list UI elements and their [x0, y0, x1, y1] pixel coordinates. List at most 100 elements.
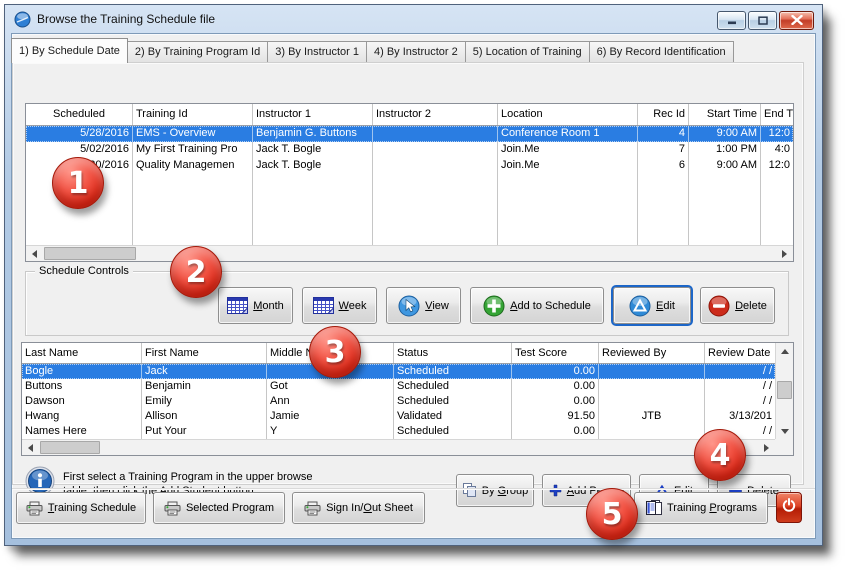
delete-circle-icon	[708, 295, 730, 317]
selected-program-button[interactable]: Selected Program	[153, 492, 285, 524]
cell: Bogle	[22, 364, 142, 379]
cell: 0.00	[512, 394, 599, 409]
cell	[599, 424, 705, 439]
programs-button-holder: Training Programs	[634, 492, 768, 524]
callout-badge-4: 4	[694, 429, 746, 481]
button-label: Training Schedule	[48, 502, 136, 514]
cell: Scheduled	[394, 379, 512, 394]
cell: Validated	[394, 409, 512, 424]
cell: Quality Managemen	[133, 158, 253, 174]
schedule-row[interactable]: 4/30/2016Quality ManagemenJack T. BogleJ…	[26, 158, 793, 174]
people-grid-vscrollbar[interactable]	[775, 343, 793, 439]
cell: 1:00 PM	[689, 142, 761, 158]
cell: EMS - Overview	[133, 126, 253, 142]
column-header-status: Status	[394, 343, 512, 363]
scrollbar-thumb[interactable]	[44, 247, 136, 260]
person-row[interactable]: HwangAllisonJamieValidated91.50JTB3/13/2…	[22, 409, 775, 424]
minimize-button[interactable]	[717, 11, 746, 30]
cell: Ann	[267, 394, 394, 409]
people-grid: Last NameFirst NameMiddle NameStatusTest…	[21, 342, 794, 456]
button-label: Delete	[735, 300, 767, 312]
cell: Allison	[142, 409, 267, 424]
schedule-row[interactable]: 5/02/2016My First Training ProJack T. Bo…	[26, 142, 793, 158]
column-header-last-name: Last Name	[22, 343, 142, 363]
cell: Names Here	[22, 424, 142, 439]
cell: 7	[638, 142, 689, 158]
cell	[689, 174, 761, 245]
cell: Join.Me	[498, 158, 638, 174]
info-line-1: First select a Training Program in the u…	[63, 470, 312, 484]
cell: / /	[705, 394, 775, 409]
power-button[interactable]	[776, 492, 802, 523]
button-label: Month	[253, 300, 284, 312]
sign-in-out-sheet-button[interactable]: Sign In/Out Sheet	[292, 492, 425, 524]
title-bar[interactable]: Browse the Training Schedule file	[5, 5, 822, 33]
schedule-grid: ScheduledTraining IdInstructor 1Instruct…	[25, 103, 794, 262]
view-icon	[398, 295, 420, 317]
person-row[interactable]: BogleJackScheduled0.00/ /	[22, 364, 775, 379]
scroll-down-arrow[interactable]	[776, 423, 793, 439]
edit-circle-icon	[629, 295, 651, 317]
schedule-row[interactable]: 5/28/2016EMS - OverviewBenjamin G. Butto…	[26, 126, 793, 142]
tab-1-by-schedule-date[interactable]: 1) By Schedule Date	[11, 38, 128, 63]
cell: Benjamin G. Buttons	[253, 126, 373, 142]
maximize-button[interactable]	[748, 11, 777, 30]
schedule-controls-buttons: Month WeekViewAdd to ScheduleEdit Delete	[218, 287, 775, 324]
add-to-schedule-button[interactable]: Add to Schedule	[470, 287, 604, 324]
week-button[interactable]: Week	[302, 287, 377, 324]
scroll-left-arrow[interactable]	[26, 246, 43, 261]
client-area: 1) By Schedule Date2) By Training Progra…	[11, 33, 816, 539]
scroll-left-arrow[interactable]	[22, 440, 39, 455]
people-grid-hscrollbar[interactable]	[22, 439, 775, 455]
by-group-button[interactable]: By Group	[456, 474, 534, 507]
close-icon	[791, 12, 803, 30]
printer-icon	[304, 501, 321, 516]
cell	[498, 174, 638, 245]
close-button[interactable]	[779, 11, 814, 30]
edit-button[interactable]: Edit	[613, 287, 691, 324]
tab-4-by-instructor-2[interactable]: 4) By Instructor 2	[366, 41, 466, 62]
tab-3-by-instructor-1[interactable]: 3) By Instructor 1	[267, 41, 367, 62]
scroll-right-arrow[interactable]	[776, 246, 793, 261]
person-row[interactable]: Names HerePut YourYScheduled0.00/ /	[22, 424, 775, 439]
callout-badge-2: 2	[170, 246, 222, 298]
view-button[interactable]: View	[386, 287, 461, 324]
cell: Buttons	[22, 379, 142, 394]
cell: 5/02/2016	[26, 142, 133, 158]
column-header-end-time: End Time	[761, 104, 793, 125]
cell: Jack T. Bogle	[253, 158, 373, 174]
column-header-reviewed-by: Reviewed By	[599, 343, 705, 363]
browse-training-schedule-window: Browse the Training Schedule file 1) By …	[4, 4, 823, 546]
cell	[253, 174, 373, 245]
month-button[interactable]: Month	[218, 287, 293, 324]
maximize-icon	[758, 12, 768, 30]
schedule-grid-header: ScheduledTraining IdInstructor 1Instruct…	[26, 104, 793, 126]
schedule-grid-hscrollbar[interactable]	[26, 245, 793, 261]
training-programs-button[interactable]: Training Programs	[634, 492, 768, 524]
people-grid-header: Last NameFirst NameMiddle NameStatusTest…	[22, 343, 775, 364]
tab-strip: 1) By Schedule Date2) By Training Progra…	[12, 38, 734, 62]
person-row[interactable]: DawsonEmilyAnnScheduled0.00/ /	[22, 394, 775, 409]
cell	[599, 379, 705, 394]
training-schedule-button[interactable]: Training Schedule	[16, 492, 146, 524]
scroll-up-arrow[interactable]	[776, 343, 793, 359]
tab-6-by-record-identification[interactable]: 6) By Record Identification	[589, 41, 734, 62]
printer-icon	[26, 501, 43, 516]
cell: My First Training Pro	[133, 142, 253, 158]
scrollbar-thumb[interactable]	[40, 441, 100, 454]
tab-5-location-of-training[interactable]: 5) Location of Training	[465, 41, 590, 62]
person-row[interactable]: ButtonsBenjaminGotScheduled0.00/ /	[22, 379, 775, 394]
schedule-grid-body: 5/28/2016EMS - OverviewBenjamin G. Butto…	[26, 126, 793, 245]
column-header-location: Location	[498, 104, 638, 125]
cell: Benjamin	[142, 379, 267, 394]
cell: Join.Me	[498, 142, 638, 158]
cell: 0.00	[512, 364, 599, 379]
cell: 3/13/201	[705, 409, 775, 424]
delete-button[interactable]: Delete	[700, 287, 775, 324]
cell: 12:0	[761, 158, 793, 174]
scrollbar-thumb[interactable]	[777, 381, 792, 399]
tab-2-by-training-program-id[interactable]: 2) By Training Program Id	[127, 41, 268, 62]
scroll-right-arrow[interactable]	[758, 440, 775, 455]
tab-page-by-schedule-date: ScheduledTraining IdInstructor 1Instruct…	[12, 62, 804, 485]
cell	[599, 364, 705, 379]
